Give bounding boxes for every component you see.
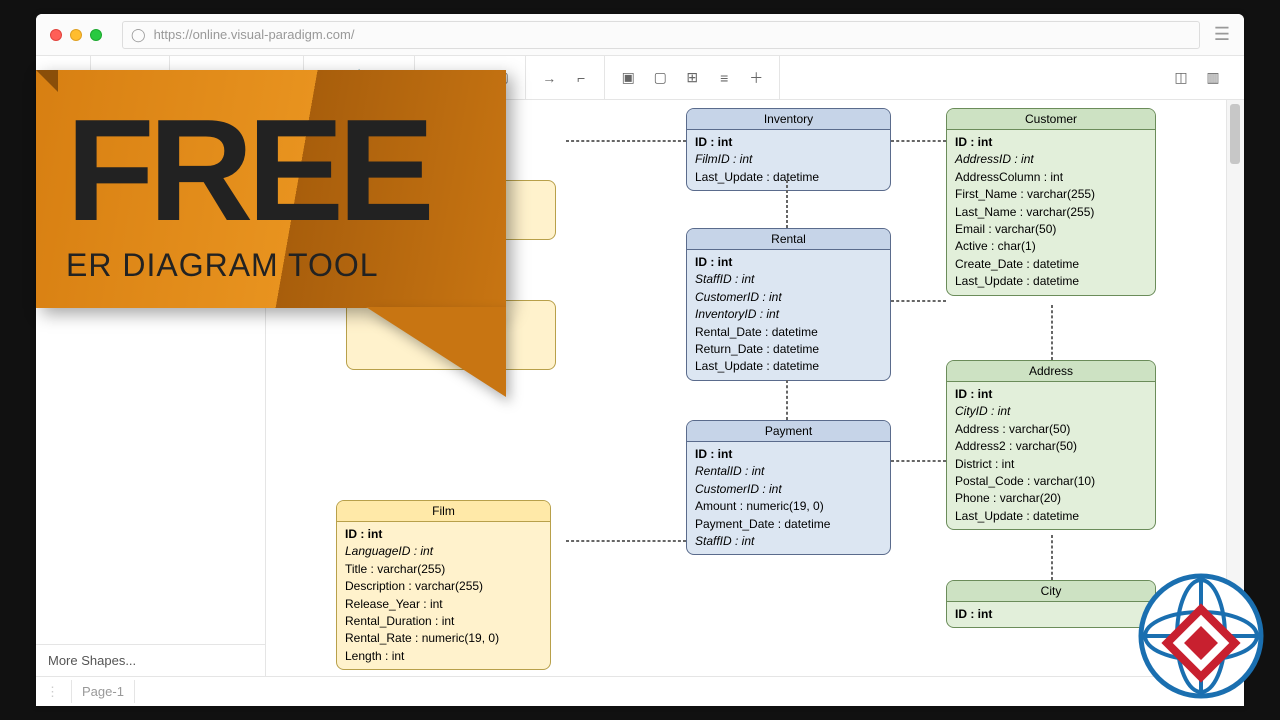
connector[interactable] [1051,535,1053,580]
entity-row: Phone : varchar(20) [955,490,1147,507]
vp-logo-icon [1136,571,1266,706]
entity-body: ID : intFilmID : intLast_Update : dateti… [687,130,890,190]
promo-banner: FREE ER DIAGRAM TOOL [36,70,506,397]
entity-header: Address [947,361,1155,382]
entity-row: ID : int [695,254,882,271]
entity-row: Amount : numeric(19, 0) [695,498,882,515]
group-icon[interactable]: ⊞ [679,65,705,91]
entity-city[interactable]: City ID : int [946,580,1156,628]
hamburger-icon[interactable]: ☰ [1214,24,1230,45]
entity-header: Payment [687,421,890,442]
entity-row: Email : varchar(50) [955,221,1147,238]
entity-row: Length : int [345,648,542,665]
align-icon[interactable]: ≡ [711,65,737,91]
entity-body: ID : int [947,602,1155,627]
entity-row: Last_Update : datetime [955,273,1147,290]
entity-row: Create_Date : datetime [955,256,1147,273]
entity-row: FilmID : int [695,151,882,168]
url-text: https://online.visual-paradigm.com/ [154,27,355,42]
entity-row: Postal_Code : varchar(10) [955,473,1147,490]
entity-row: AddressColumn : int [955,169,1147,186]
url-bar[interactable]: ◯ https://online.visual-paradigm.com/ [122,21,1200,49]
entity-row: Last_Name : varchar(255) [955,204,1147,221]
entity-row: StaffID : int [695,533,882,550]
to-back-icon[interactable]: ▢ [647,65,673,91]
entity-body: ID : intAddressID : intAddressColumn : i… [947,130,1155,295]
connector[interactable] [891,300,946,302]
entity-row: InventoryID : int [695,306,882,323]
connector[interactable] [1051,305,1053,360]
entity-row: StaffID : int [695,271,882,288]
entity-body: ID : intRentalID : intCustomerID : intAm… [687,442,890,554]
entity-body: ID : intLanguageID : intTitle : varchar(… [337,522,550,669]
window-controls [50,29,102,41]
entity-body: ID : intStaffID : intCustomerID : intInv… [687,250,890,380]
close-icon[interactable] [50,29,62,41]
entity-row: Description : varchar(255) [345,578,542,595]
minimize-icon[interactable] [70,29,82,41]
to-front-icon[interactable]: ▣ [615,65,641,91]
entity-row: ID : int [955,386,1147,403]
entity-row: District : int [955,456,1147,473]
entity-row: LanguageID : int [345,543,542,560]
maximize-icon[interactable] [90,29,102,41]
entity-row: Last_Update : datetime [955,508,1147,525]
entity-header: Inventory [687,109,890,130]
entity-payment[interactable]: PaymentID : intRentalID : intCustomerID … [686,420,891,555]
entity-row: Address2 : varchar(50) [955,438,1147,455]
entity-row: Last_Update : datetime [695,358,882,375]
entity-row: Rental_Date : datetime [695,324,882,341]
tab-page-1[interactable]: Page-1 [71,680,135,703]
entity-row: ID : int [345,526,542,543]
entity-row: ID : int [695,446,882,463]
entity-row: Last_Update : datetime [695,169,882,186]
connector-icon[interactable]: → [536,65,562,91]
entity-row: Active : char(1) [955,238,1147,255]
entity-body: ID : intCityID : intAddress : varchar(50… [947,382,1155,529]
entity-rental[interactable]: RentalID : intStaffID : intCustomerID : … [686,228,891,381]
entity-row: ID : int [955,606,1147,623]
connector[interactable] [786,380,788,420]
waypoint-icon[interactable]: ⌐ [568,65,594,91]
entity-row: Return_Date : datetime [695,341,882,358]
entity-header: Customer [947,109,1155,130]
connector[interactable] [566,540,686,542]
banner-subtitle: ER DIAGRAM TOOL [66,247,476,284]
tab-drag-icon[interactable]: ⋮ [46,684,59,700]
add-icon[interactable]: ＋ [743,65,769,91]
entity-film[interactable]: FilmID : intLanguageID : intTitle : varc… [336,500,551,670]
page-tabs: ⋮ Page-1 [36,676,1244,706]
entity-header: Film [337,501,550,522]
connector[interactable] [891,460,946,462]
layout-split-icon[interactable]: ◫ [1168,65,1194,91]
connector[interactable] [566,140,686,142]
layout-panel-icon[interactable]: ▥ [1200,65,1226,91]
entity-row: ID : int [695,134,882,151]
entity-row: ID : int [955,134,1147,151]
connector[interactable] [891,140,946,142]
entity-row: CustomerID : int [695,289,882,306]
entity-row: Payment_Date : datetime [695,516,882,533]
entity-row: First_Name : varchar(255) [955,186,1147,203]
entity-header: City [947,581,1155,602]
entity-row: CityID : int [955,403,1147,420]
entity-customer[interactable]: CustomerID : intAddressID : intAddressCo… [946,108,1156,296]
entity-row: Rental_Duration : int [345,613,542,630]
entity-row: Rental_Rate : numeric(19, 0) [345,630,542,647]
entity-row: Release_Year : int [345,596,542,613]
entity-row: AddressID : int [955,151,1147,168]
entity-row: Address : varchar(50) [955,421,1147,438]
entity-address[interactable]: AddressID : intCityID : intAddress : var… [946,360,1156,530]
entity-row: RentalID : int [695,463,882,480]
entity-row: Title : varchar(255) [345,561,542,578]
more-shapes-link[interactable]: More Shapes... [36,644,265,676]
browser-titlebar: ◯ https://online.visual-paradigm.com/ ☰ [36,14,1244,56]
entity-header: Rental [687,229,890,250]
banner-title: FREE [66,98,476,243]
connector[interactable] [786,180,788,228]
globe-icon: ◯ [131,27,146,43]
entity-row: CustomerID : int [695,481,882,498]
entity-inventory[interactable]: InventoryID : intFilmID : intLast_Update… [686,108,891,191]
